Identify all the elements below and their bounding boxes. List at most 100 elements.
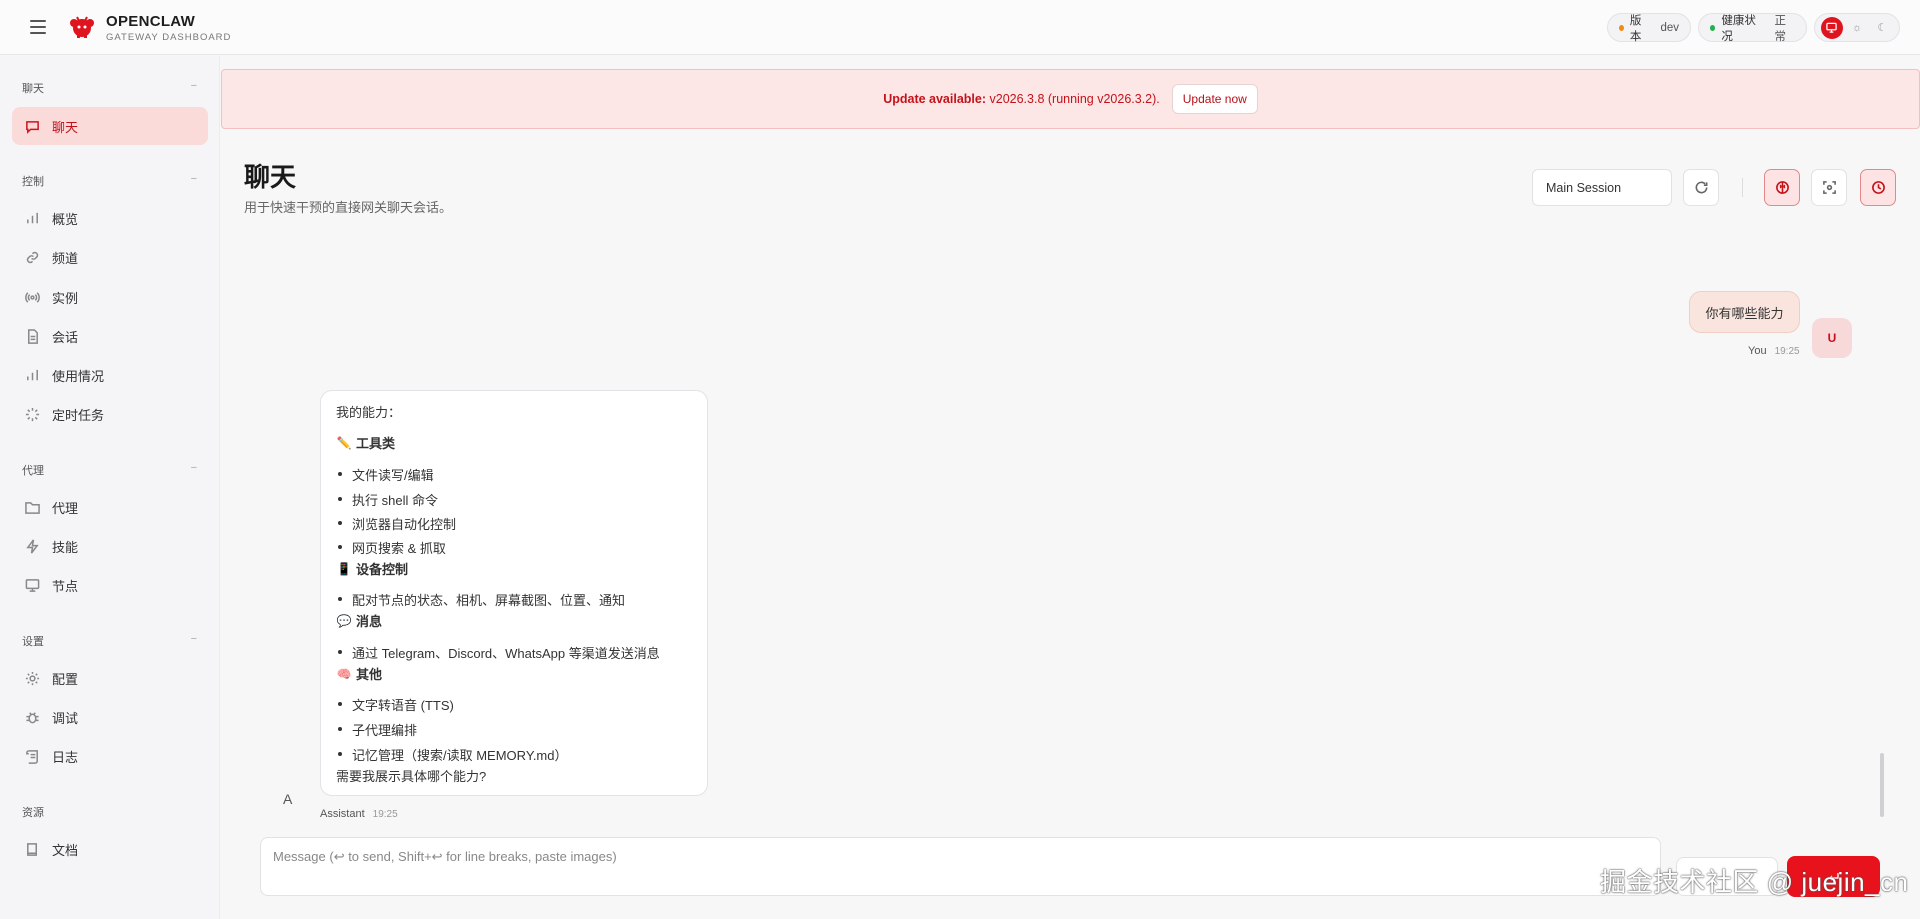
scroll-icon <box>24 748 40 764</box>
sidebar-section-title: 聊天 <box>22 83 44 95</box>
section-heading-tools: ✏️ 工具类 <box>336 433 396 452</box>
sidebar-item-label: 文档 <box>52 842 79 858</box>
sidebar-item-sessions[interactable]: 会话 <box>12 317 208 355</box>
list-item: 配对节点的状态、相机、屏幕截图、位置、通知 <box>337 590 625 609</box>
sidebar-item-label: 技能 <box>52 539 79 555</box>
brand-title: OPENCLAW <box>106 13 196 30</box>
sidebar-item-agents[interactable]: 代理 <box>12 488 208 526</box>
sidebar-item-instances[interactable]: 实例 <box>12 278 208 316</box>
sidebar-item-logs[interactable]: 日志 <box>12 737 208 775</box>
toolbar-divider <box>1742 178 1743 197</box>
sidebar-item-label: 使用情况 <box>52 368 105 384</box>
assistant-avatar: A <box>283 791 293 807</box>
theme-switcher: ☼ ☾ <box>1814 13 1900 42</box>
user-name: You <box>1748 345 1767 357</box>
list-item: 网页搜索 & 抓取 <box>338 538 446 557</box>
sidebar-item-debug[interactable]: 调试 <box>12 698 208 736</box>
sidebar-item-label: 聊天 <box>52 119 79 135</box>
sidebar: 聊天 − 聊天 控制 − 概览 频道 实例 会话 使用情况 定时任务 代理 − … <box>0 56 220 919</box>
folder-icon <box>24 499 40 515</box>
section-heading-device: 📱 设备控制 <box>336 559 409 578</box>
list-item: 记忆管理（搜索/读取 MEMORY.md） <box>337 745 567 764</box>
focus-icon <box>1822 181 1836 194</box>
focus-mode-button[interactable] <box>1811 169 1847 206</box>
sidebar-item-label: 日志 <box>52 749 79 765</box>
clock-icon <box>1871 181 1885 194</box>
list-item: 通过 Telegram、Discord、WhatsApp 等渠道发送消息 <box>338 643 660 662</box>
bar-chart-icon <box>24 210 40 226</box>
page-subtitle: 用于快速干预的直接网关聊天会话。 <box>244 200 453 215</box>
version-label: 版本 <box>1629 14 1642 43</box>
chat-scrollbar[interactable] <box>1880 753 1884 817</box>
pencil-icon: ✏️ <box>336 435 352 450</box>
version-value: dev <box>1660 21 1679 34</box>
user-avatar: U <box>1812 318 1852 358</box>
sidebar-item-config[interactable]: 配置 <box>12 659 208 697</box>
sidebar-item-label: 定时任务 <box>52 407 105 423</box>
health-status-dot <box>1710 24 1716 31</box>
sidebar-item-channels[interactable]: 频道 <box>12 238 208 276</box>
section-heading-text: 设备控制 <box>356 562 409 577</box>
update-now-button[interactable]: Update now <box>1171 84 1258 114</box>
sidebar-item-label: 概览 <box>52 211 79 227</box>
assistant-message-meta: Assistant 19:25 <box>320 808 398 820</box>
user-message-time: 19:25 <box>1774 346 1800 357</box>
thinking-toggle-button[interactable] <box>1764 169 1800 206</box>
menu-toggle-icon[interactable] <box>30 20 46 34</box>
collapse-icon[interactable]: − <box>191 173 197 189</box>
brand-subtitle: GATEWAY DASHBOARD <box>106 32 232 43</box>
list-item: 浏览器自动化控制 <box>337 514 456 533</box>
collapse-icon[interactable]: − <box>191 80 197 96</box>
refresh-button[interactable] <box>1683 169 1719 206</box>
update-banner-text: Update available: v2026.3.8 (running v20… <box>883 92 1160 106</box>
phone-icon: 📱 <box>336 561 352 576</box>
zap-icon <box>24 538 40 554</box>
moon-icon[interactable]: ☾ <box>1871 17 1893 39</box>
brain-emoji-icon: 🧠 <box>336 666 352 681</box>
sidebar-item-chat[interactable]: 聊天 <box>12 107 208 145</box>
section-heading-text: 其他 <box>356 667 383 682</box>
collapse-icon[interactable]: − <box>191 633 197 649</box>
sidebar-section-title: 控制 <box>22 176 44 188</box>
sidebar-item-cron[interactable]: 定时任务 <box>12 395 208 433</box>
book-icon <box>24 841 40 857</box>
session-select[interactable]: Main Session <box>1532 169 1672 206</box>
assistant-outro: 需要我展示具体哪个能力? <box>336 769 487 784</box>
history-button[interactable] <box>1860 169 1896 206</box>
collapse-icon[interactable]: − <box>191 462 197 478</box>
health-value: 正常 <box>1774 14 1786 43</box>
section-heading-text: 工具类 <box>356 436 396 451</box>
list-item: 子代理编排 <box>337 720 417 739</box>
assistant-name: Assistant <box>320 808 365 820</box>
sidebar-section-title: 资源 <box>22 807 44 819</box>
monitor-theme-icon[interactable] <box>1820 16 1843 39</box>
sidebar-item-label: 调试 <box>52 710 79 726</box>
link-icon <box>24 249 40 265</box>
assistant-message-bubble: 我的能力： ✏️ 工具类 文件读写/编辑 执行 shell 命令 浏览器自动化控制… <box>320 390 708 796</box>
message-input[interactable]: Message (↩ to send, Shift+↩ for line bre… <box>260 837 1661 896</box>
sun-icon[interactable]: ☼ <box>1846 17 1868 39</box>
file-icon <box>24 328 40 344</box>
version-badge: 版本 dev <box>1607 13 1691 43</box>
update-banner-version: v2026.3.8 (running v2026.3.2). <box>989 92 1160 106</box>
version-status-dot <box>1619 24 1624 31</box>
sidebar-item-label: 频道 <box>52 250 79 266</box>
sidebar-section-control: 控制 − <box>22 173 197 189</box>
refresh-icon <box>1695 181 1707 194</box>
loader-icon <box>24 406 40 422</box>
monitor-icon <box>24 577 40 593</box>
sidebar-item-docs[interactable]: 文档 <box>12 830 208 868</box>
sidebar-section-agent: 代理 − <box>22 462 197 478</box>
sidebar-item-overview[interactable]: 概览 <box>12 199 208 237</box>
sidebar-item-usage[interactable]: 使用情况 <box>12 356 208 394</box>
user-message-meta: You 19:25 <box>1748 345 1800 357</box>
sidebar-item-nodes[interactable]: 节点 <box>12 566 208 604</box>
section-heading-text: 消息 <box>356 614 383 629</box>
sidebar-item-skills[interactable]: 技能 <box>12 527 208 565</box>
section-heading-other: 🧠 其他 <box>336 664 383 683</box>
speech-bubble-icon: 💬 <box>336 613 352 628</box>
radio-icon <box>24 289 40 305</box>
list-item: 执行 shell 命令 <box>338 490 438 509</box>
health-badge: 健康状况 正常 <box>1698 13 1807 43</box>
brain-icon <box>1775 181 1789 194</box>
